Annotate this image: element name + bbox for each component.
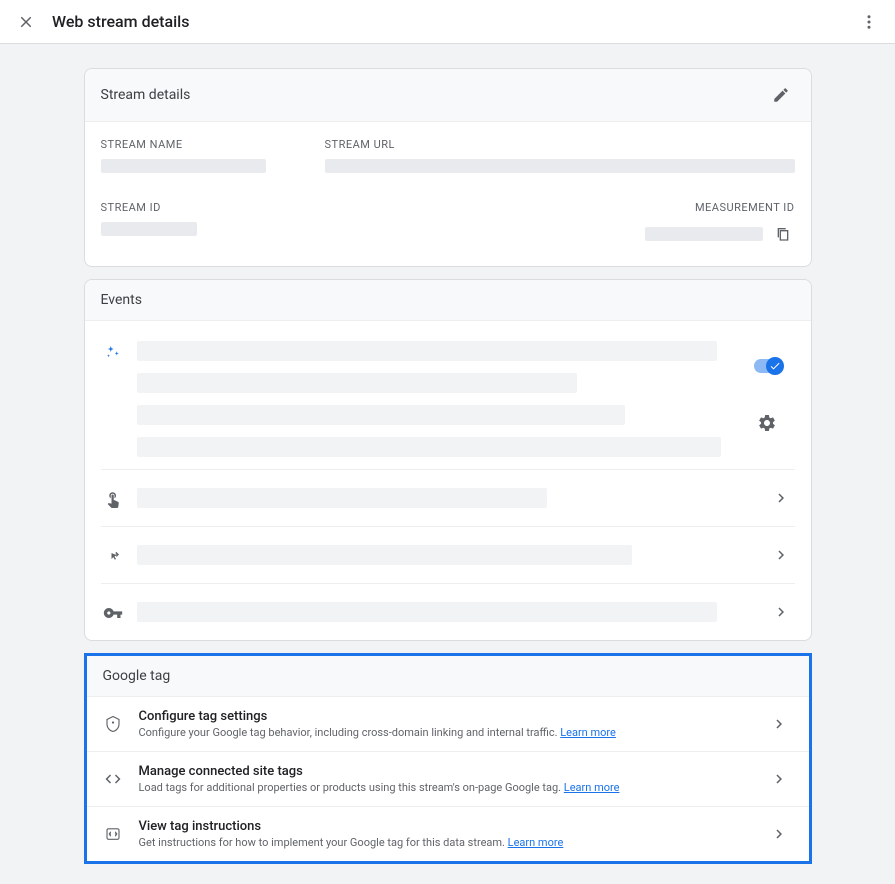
close-icon bbox=[17, 13, 35, 31]
gtag-row-title: Configure tag settings bbox=[139, 709, 765, 724]
gtag-row-title: View tag instructions bbox=[139, 819, 765, 834]
stream-details-card: Stream details STREAM NAME STREAM URL ST… bbox=[84, 68, 812, 267]
learn-more-link[interactable]: Learn more bbox=[564, 781, 620, 794]
placeholder-bar bbox=[137, 602, 717, 622]
stream-url-field: STREAM URL bbox=[325, 138, 795, 173]
learn-more-link[interactable]: Learn more bbox=[508, 836, 564, 849]
measurement-id-field: MEASUREMENT ID bbox=[645, 201, 795, 246]
events-body bbox=[85, 321, 811, 640]
pencil-icon bbox=[772, 86, 790, 104]
events-card: Events bbox=[84, 279, 812, 641]
enhanced-measurement-row bbox=[101, 337, 795, 469]
stream-id-label: STREAM ID bbox=[101, 201, 197, 214]
google-tag-body: Configure tag settings Configure your Go… bbox=[87, 697, 809, 861]
stream-details-header: Stream details bbox=[85, 69, 811, 122]
placeholder-bar bbox=[137, 488, 547, 508]
enhanced-measurement-settings-button[interactable] bbox=[753, 409, 781, 437]
stream-name-value bbox=[101, 159, 266, 173]
measurement-secret-row[interactable] bbox=[101, 583, 795, 640]
content: Stream details STREAM NAME STREAM URL ST… bbox=[84, 44, 812, 884]
gtag-row-title: Manage connected site tags bbox=[139, 764, 765, 779]
events-header: Events bbox=[85, 280, 811, 321]
close-button[interactable] bbox=[12, 8, 40, 36]
placeholder-bar bbox=[137, 545, 632, 565]
stream-details-body: STREAM NAME STREAM URL STREAM ID MEASURE… bbox=[85, 122, 811, 266]
events-title: Events bbox=[101, 292, 142, 308]
enhanced-measurement-toggle[interactable] bbox=[754, 359, 780, 373]
configure-tag-settings-row[interactable]: Configure tag settings Configure your Go… bbox=[87, 697, 809, 751]
chevron-right-icon bbox=[767, 484, 795, 512]
chevron-right-icon bbox=[767, 541, 795, 569]
learn-more-link[interactable]: Learn more bbox=[560, 726, 616, 739]
tag-icon bbox=[103, 715, 123, 733]
instructions-icon bbox=[103, 825, 123, 843]
chevron-right-icon bbox=[767, 598, 795, 626]
stream-url-value bbox=[325, 159, 795, 173]
cursor-click-icon bbox=[101, 547, 125, 565]
gtag-row-desc: Configure your Google tag behavior, incl… bbox=[139, 726, 765, 739]
page-header: Web stream details bbox=[0, 0, 895, 44]
more-vert-icon bbox=[860, 13, 878, 31]
gtag-row-desc: Get instructions for how to implement yo… bbox=[139, 836, 765, 849]
google-tag-card: Google tag Configure tag settings Config… bbox=[84, 653, 812, 864]
chevron-right-icon bbox=[765, 765, 793, 793]
placeholder-bar bbox=[137, 405, 625, 425]
placeholder-bar bbox=[137, 437, 721, 457]
key-icon bbox=[101, 603, 125, 623]
gtag-row-desc: Load tags for additional properties or p… bbox=[139, 781, 765, 794]
stream-name-field: STREAM NAME bbox=[101, 138, 301, 173]
stream-id-field: STREAM ID bbox=[101, 201, 197, 236]
view-tag-instructions-row[interactable]: View tag instructions Get instructions f… bbox=[87, 806, 809, 861]
gear-icon bbox=[757, 413, 777, 433]
placeholder-bar bbox=[137, 341, 717, 361]
chevron-right-icon bbox=[765, 710, 793, 738]
stream-id-value bbox=[101, 222, 197, 236]
measurement-id-label: MEASUREMENT ID bbox=[645, 201, 795, 214]
google-tag-title: Google tag bbox=[103, 668, 171, 684]
stream-name-label: STREAM NAME bbox=[101, 138, 301, 151]
measurement-id-value bbox=[645, 227, 763, 241]
edit-stream-button[interactable] bbox=[767, 81, 795, 109]
check-icon bbox=[766, 357, 784, 375]
placeholder-bar bbox=[137, 373, 577, 393]
more-menu-button[interactable] bbox=[855, 8, 883, 36]
google-tag-header: Google tag bbox=[87, 656, 809, 697]
page-title: Web stream details bbox=[52, 12, 190, 31]
touch-icon bbox=[101, 490, 125, 508]
copy-icon bbox=[775, 226, 791, 242]
stream-details-title: Stream details bbox=[101, 87, 191, 103]
create-events-row[interactable] bbox=[101, 526, 795, 583]
stream-url-label: STREAM URL bbox=[325, 138, 795, 151]
manage-connected-tags-row[interactable]: Manage connected site tags Load tags for… bbox=[87, 751, 809, 806]
sparkle-icon bbox=[101, 343, 125, 361]
copy-measurement-id-button[interactable] bbox=[771, 222, 795, 246]
code-arrows-icon bbox=[103, 770, 123, 788]
chevron-right-icon bbox=[765, 820, 793, 848]
modify-events-row[interactable] bbox=[101, 469, 795, 526]
